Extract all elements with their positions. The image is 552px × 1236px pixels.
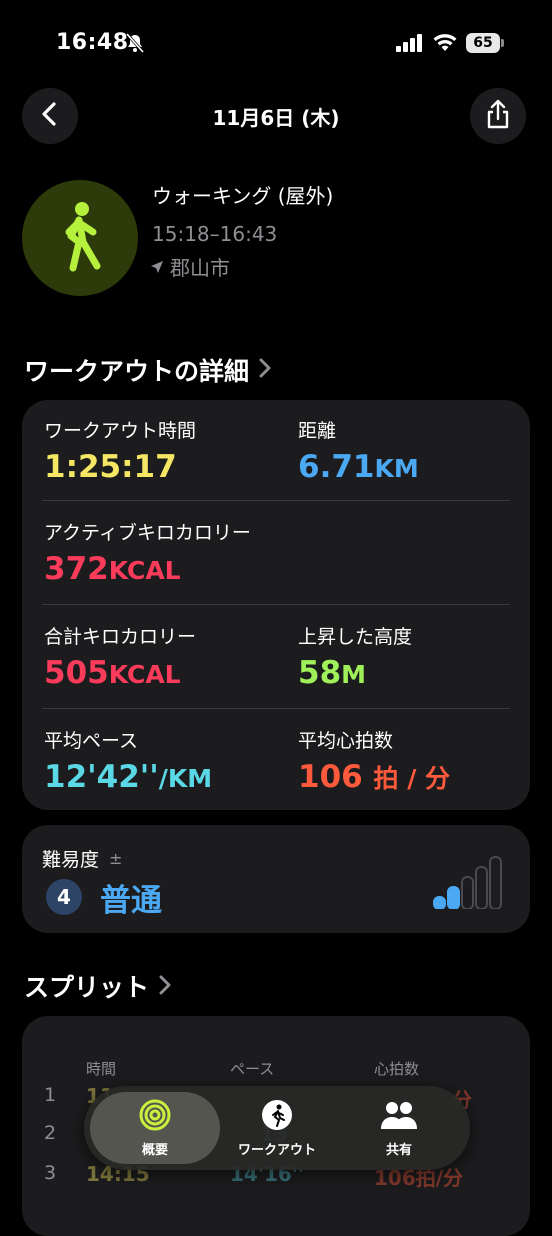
workout-details-card[interactable]: ワークアウト時間 1:25:17 距離 6.71KM アクティブキロカロリー 3… xyxy=(22,400,530,810)
metric-label: 合計キロカロリー xyxy=(44,626,197,648)
difficulty-number-badge: 4 xyxy=(46,879,82,915)
tab-label: 概要 xyxy=(141,1142,168,1158)
value-number: 372 xyxy=(44,551,109,587)
wifi-icon xyxy=(432,33,458,57)
metric-label: 距離 xyxy=(298,420,337,442)
metric-total-kcal: 合計キロカロリー 505KCAL xyxy=(44,622,196,691)
split-index: 3 xyxy=(44,1162,57,1184)
split-header-hr: 心拍数 xyxy=(374,1060,420,1078)
difficulty-text: 普通 xyxy=(100,883,162,919)
section-title-details: ワークアウトの詳細 xyxy=(24,357,250,386)
metric-label: 平均心拍数 xyxy=(298,730,394,752)
value-number: 1:25:17 xyxy=(44,449,177,485)
cellular-signal-icon xyxy=(396,34,424,56)
metric-value: 372KCAL xyxy=(44,551,251,587)
value-unit: M xyxy=(341,660,367,689)
difficulty-card[interactable]: 難易度 ± 4 普通 xyxy=(22,825,530,933)
split-index: 2 xyxy=(44,1122,57,1144)
value-unit: KCAL xyxy=(108,660,181,689)
metric-elevation: 上昇した高度 58M xyxy=(298,622,412,691)
split-header-time: 時間 xyxy=(86,1060,117,1078)
tab-bar: 概要 ワークアウト 共有 xyxy=(84,1086,470,1170)
metric-distance: 距離 6.71KM xyxy=(298,416,419,485)
share-button[interactable] xyxy=(470,88,526,144)
value-unit: /KM xyxy=(158,764,213,793)
divider xyxy=(42,604,510,605)
tab-share[interactable]: 共有 xyxy=(334,1092,464,1164)
workout-location: 郡山市 xyxy=(150,252,230,281)
difficulty-bar-empty xyxy=(489,856,502,910)
bell-slash-icon xyxy=(124,32,146,58)
walking-workout-badge xyxy=(22,180,138,296)
location-arrow-icon xyxy=(150,255,164,279)
tab-workout[interactable]: ワークアウト xyxy=(212,1092,342,1164)
share-icon xyxy=(485,99,511,133)
split-index: 1 xyxy=(44,1084,57,1106)
value-number: 106 xyxy=(298,759,363,795)
difficulty-bar-filled xyxy=(447,886,460,910)
battery-indicator: 65 xyxy=(466,33,500,53)
value-unit: 拍 / 分 xyxy=(373,764,451,793)
people-icon xyxy=(379,1099,419,1135)
difficulty-label-row: 難易度 ± xyxy=(42,845,122,872)
value-number: 6.71 xyxy=(298,449,375,485)
value-unit: KCAL xyxy=(108,556,181,585)
value-number: 12'42'' xyxy=(44,759,159,795)
metric-avg-heart-rate: 平均心拍数 106 拍 / 分 xyxy=(298,726,450,795)
split-header-pace: ペース xyxy=(230,1060,275,1078)
status-time: 16:48 xyxy=(56,30,129,55)
battery-tip xyxy=(501,39,504,47)
value-number: 58 xyxy=(298,655,342,691)
metric-duration: ワークアウト時間 1:25:17 xyxy=(44,416,196,485)
metric-value: 106 拍 / 分 xyxy=(298,759,450,795)
workout-name: ウォーキング (屋外) xyxy=(152,184,334,208)
metric-label: アクティブキロカロリー xyxy=(44,522,251,544)
metric-label: ワークアウト時間 xyxy=(44,420,197,442)
metric-value: 1:25:17 xyxy=(44,449,196,485)
workout-time-range: 15:18–16:43 xyxy=(152,222,278,246)
metric-value: 6.71KM xyxy=(298,449,419,485)
metric-value: 12'42''/KM xyxy=(44,759,212,795)
walking-figure-icon xyxy=(53,200,107,276)
workout-details-link[interactable]: ワークアウトの詳細 xyxy=(24,352,271,388)
chevron-right-icon xyxy=(259,356,271,384)
value-unit: KM xyxy=(374,454,419,483)
splits-link[interactable]: スプリット xyxy=(24,968,171,1004)
metric-avg-pace: 平均ペース 12'42''/KM xyxy=(44,726,212,795)
metric-label: 平均ペース xyxy=(44,730,139,752)
location-name: 郡山市 xyxy=(170,256,230,280)
metric-active-kcal: アクティブキロカロリー 372KCAL xyxy=(44,518,251,587)
metric-value: 505KCAL xyxy=(44,655,196,691)
value-number: 505 xyxy=(44,655,109,691)
difficulty-bar-filled xyxy=(433,896,446,910)
section-title-splits: スプリット xyxy=(24,973,150,1002)
activity-rings-icon xyxy=(139,1099,171,1135)
divider xyxy=(42,500,510,501)
runner-icon xyxy=(261,1099,293,1135)
divider xyxy=(42,708,510,709)
difficulty-label: 難易度 xyxy=(42,849,100,871)
metric-value: 58M xyxy=(298,655,412,691)
tab-summary[interactable]: 概要 xyxy=(90,1092,220,1164)
difficulty-bars-icon xyxy=(432,853,512,913)
plus-minus-icon: ± xyxy=(109,849,123,868)
tab-label: ワークアウト xyxy=(237,1142,316,1158)
metric-label: 上昇した高度 xyxy=(298,626,413,648)
tab-label: 共有 xyxy=(385,1142,412,1158)
difficulty-bar-empty xyxy=(475,866,488,910)
chevron-right-icon xyxy=(159,972,171,1001)
difficulty-bar-empty xyxy=(461,876,474,910)
